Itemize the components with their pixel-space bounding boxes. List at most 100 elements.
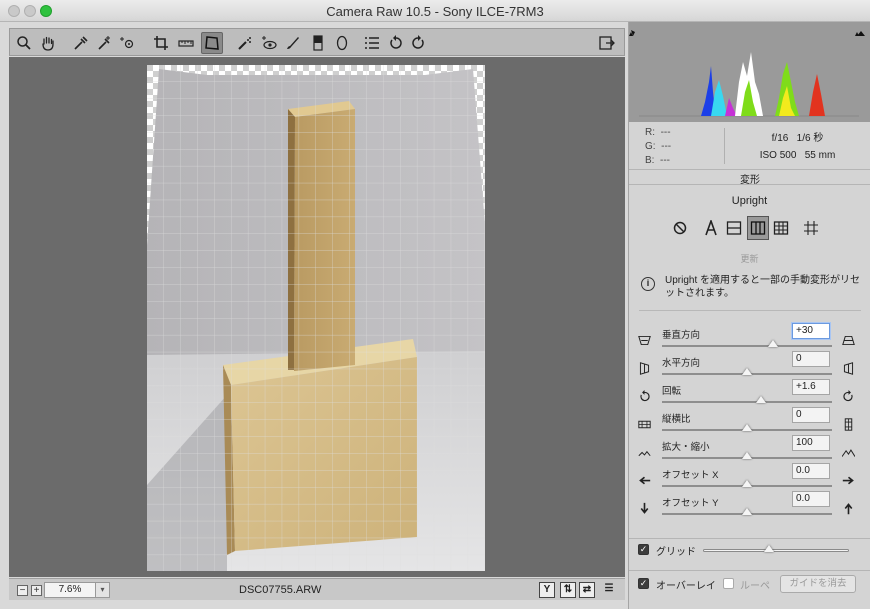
offset-right-icon[interactable] bbox=[841, 473, 855, 487]
slider-row: 縦横比 0 bbox=[629, 407, 870, 437]
slider-value-field[interactable]: +1.6 bbox=[792, 379, 830, 395]
scale-up-icon[interactable] bbox=[841, 445, 855, 459]
slider-value-field[interactable]: 0.0 bbox=[792, 463, 830, 479]
rotate-cw-icon[interactable] bbox=[841, 389, 855, 403]
view-settings-icon[interactable]: ☰ bbox=[601, 582, 617, 598]
slider-thumb[interactable] bbox=[755, 396, 766, 403]
slider-thumb[interactable] bbox=[742, 480, 752, 487]
offset-up-icon[interactable] bbox=[841, 501, 855, 515]
slider-value-field[interactable]: +30 bbox=[792, 323, 830, 339]
offset-left-icon[interactable] bbox=[637, 473, 651, 487]
vertical-perspective-icon[interactable] bbox=[637, 333, 651, 347]
crop-icon[interactable] bbox=[150, 32, 172, 54]
g-value: --- bbox=[661, 141, 672, 152]
color-sampler-icon[interactable] bbox=[93, 32, 115, 54]
fullscreen-toggle-icon[interactable] bbox=[596, 32, 618, 54]
transform-icon[interactable] bbox=[201, 32, 223, 54]
red-eye-icon[interactable] bbox=[258, 32, 280, 54]
divider bbox=[639, 310, 861, 311]
slider-value-field[interactable]: 0 bbox=[792, 407, 830, 423]
slider-row: 拡大・縮小 100 bbox=[629, 435, 870, 465]
adjustment-brush-icon[interactable] bbox=[282, 32, 304, 54]
slider-track[interactable] bbox=[662, 345, 832, 347]
rgb-readout: R: --- G: --- B: --- bbox=[645, 126, 671, 168]
horizontal-perspective-icon[interactable] bbox=[637, 361, 651, 375]
grid-size-track[interactable] bbox=[703, 549, 849, 552]
status-bar: − + 7.6% ▾ DSC07755.ARW Y ⇅ ⇄ ☰ bbox=[9, 578, 625, 600]
horizontal-perspective-alt-icon[interactable] bbox=[841, 361, 855, 375]
grid-checkbox[interactable]: ✓ bbox=[638, 544, 649, 555]
white-balance-icon[interactable] bbox=[69, 32, 91, 54]
aspect-tall-icon[interactable] bbox=[841, 417, 855, 431]
copy-settings-icon[interactable]: ⇄ bbox=[579, 582, 595, 598]
slider-label: オフセット Y bbox=[662, 498, 719, 509]
grid-row: ✓ グリッド bbox=[629, 538, 870, 560]
photo-preview[interactable] bbox=[147, 65, 485, 571]
slider-value-field[interactable]: 100 bbox=[792, 435, 830, 451]
slider-row: 回転 +1.6 bbox=[629, 379, 870, 409]
straighten-icon[interactable] bbox=[175, 32, 197, 54]
slider-thumb[interactable] bbox=[767, 340, 778, 347]
swap-before-after-icon[interactable]: ⇅ bbox=[560, 582, 576, 598]
g-label: G: bbox=[645, 141, 656, 152]
upright-full-button[interactable] bbox=[770, 216, 792, 240]
slider-row: 水平方向 0 bbox=[629, 351, 870, 381]
file-name: DSC07755.ARW bbox=[239, 584, 322, 596]
slider-thumb[interactable] bbox=[742, 368, 752, 375]
upright-auto-button[interactable] bbox=[700, 216, 722, 240]
slider-label: 縦横比 bbox=[662, 414, 691, 425]
clear-guides-button[interactable]: ガイドを消去 bbox=[780, 575, 856, 593]
slider-thumb[interactable] bbox=[742, 508, 752, 515]
slider-thumb[interactable] bbox=[742, 452, 752, 459]
aperture-value: f/16 bbox=[771, 133, 789, 144]
vertical-perspective-alt-icon[interactable] bbox=[841, 333, 855, 347]
r-label: R: bbox=[645, 127, 655, 138]
section-title: 変形 bbox=[629, 171, 870, 186]
targeted-adjust-icon[interactable] bbox=[117, 32, 139, 54]
slider-label: 拡大・縮小 bbox=[662, 442, 710, 453]
rotate-right-icon[interactable] bbox=[407, 32, 429, 54]
aspect-wide-icon[interactable] bbox=[637, 417, 651, 431]
slider-value-field[interactable]: 0.0 bbox=[792, 491, 830, 507]
rotate-ccw-icon[interactable] bbox=[637, 389, 651, 403]
zoom-in-button[interactable]: + bbox=[31, 585, 42, 596]
spot-removal-icon[interactable] bbox=[234, 32, 256, 54]
window-titlebar: Camera Raw 10.5 - Sony ILCE-7RM3 bbox=[0, 0, 870, 22]
hand-icon[interactable] bbox=[37, 32, 59, 54]
update-button[interactable]: 更新 bbox=[629, 252, 870, 265]
zoom-level-field[interactable]: 7.6% bbox=[44, 582, 96, 598]
image-preview-area[interactable] bbox=[9, 57, 625, 577]
grid-size-slider-thumb[interactable] bbox=[763, 545, 774, 552]
shutter-value: 1/6 秒 bbox=[796, 133, 824, 144]
offset-down-icon[interactable] bbox=[637, 501, 651, 515]
upright-level-button[interactable] bbox=[723, 216, 745, 240]
slider-thumb[interactable] bbox=[742, 424, 752, 431]
zoom-icon[interactable] bbox=[13, 32, 35, 54]
right-panel: R: --- G: --- B: --- f/16 1/6 秒 ISO 500 … bbox=[628, 22, 870, 609]
window-title: Camera Raw 10.5 - Sony ILCE-7RM3 bbox=[326, 4, 544, 19]
zoom-out-button[interactable]: − bbox=[17, 585, 28, 596]
info-icon: i bbox=[641, 277, 655, 291]
loupe-label: ルーペ bbox=[740, 581, 770, 592]
r-value: --- bbox=[660, 127, 671, 138]
upright-vertical-button[interactable] bbox=[747, 216, 769, 240]
zoom-dropdown-chevron-icon[interactable]: ▾ bbox=[96, 582, 110, 598]
tool-bar bbox=[9, 28, 625, 56]
slider-track[interactable] bbox=[662, 401, 832, 403]
histogram bbox=[629, 22, 870, 122]
slider-label: 回転 bbox=[662, 386, 682, 397]
scale-down-icon[interactable] bbox=[637, 445, 651, 459]
upright-off-button[interactable] bbox=[669, 216, 691, 240]
overlay-checkbox[interactable]: ✓ bbox=[638, 578, 649, 589]
slider-row: 垂直方向 +30 bbox=[629, 323, 870, 353]
loupe-checkbox[interactable] bbox=[723, 578, 734, 589]
upright-guided-button[interactable] bbox=[800, 216, 822, 240]
slider-label: 垂直方向 bbox=[662, 330, 701, 341]
compare-mode-icon[interactable]: Y bbox=[539, 582, 555, 598]
rotate-left-icon[interactable] bbox=[385, 32, 407, 54]
graduated-filter-icon[interactable] bbox=[307, 32, 329, 54]
slider-value-field[interactable]: 0 bbox=[792, 351, 830, 367]
preferences-icon[interactable] bbox=[361, 32, 383, 54]
b-label: B: bbox=[645, 155, 655, 166]
radial-filter-icon[interactable] bbox=[331, 32, 353, 54]
